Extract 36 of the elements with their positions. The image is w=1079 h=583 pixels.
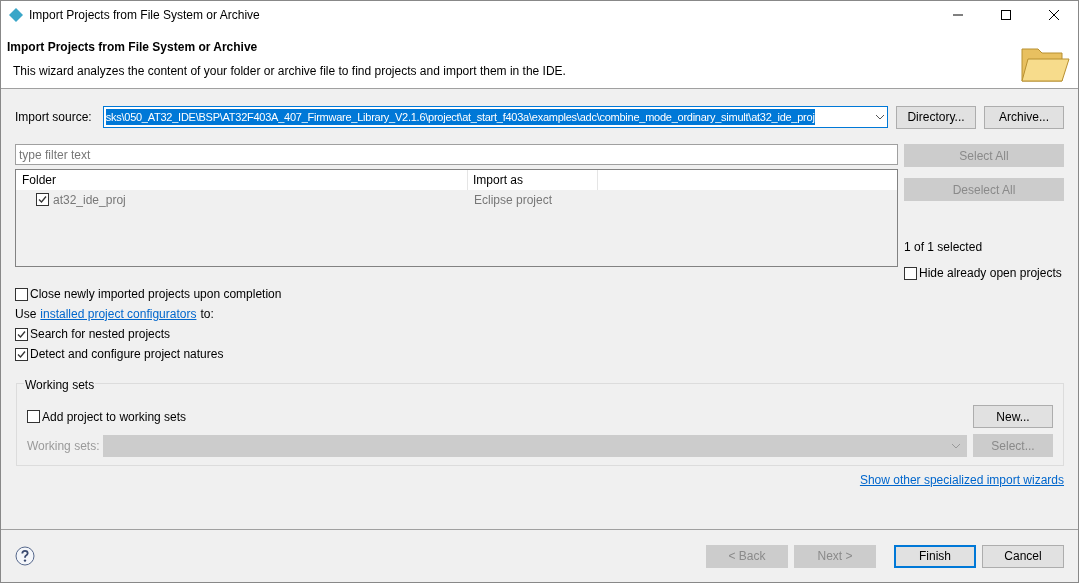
app-icon <box>9 8 23 22</box>
checkbox[interactable] <box>904 266 917 280</box>
configurators-suffix: to: <box>200 306 214 323</box>
window-title: Import Projects from File System or Archive <box>29 7 260 24</box>
dropdown-icon <box>951 442 961 449</box>
checkbox-label: Search for nested projects <box>30 326 171 343</box>
filter-field[interactable]: type filter text <box>15 144 898 165</box>
page-title: Import Projects from File System or Archive <box>7 39 259 56</box>
import-source-combo[interactable]: sks\050_AT32_IDE\BSP\AT32F403A_407_Firmware_Library_V2.1.6\project\at_start_f403a\examples\adc\combine_mode_ordinary_simult\at32_ide_proj <box>102 106 888 128</box>
checkbox-label: Hide already open projects <box>919 265 1062 282</box>
column-header[interactable]: Import as <box>468 170 598 190</box>
import-wizards-link[interactable]: Show other specialized import wizards <box>859 471 1064 489</box>
close-icon[interactable] <box>1049 10 1059 20</box>
checkbox[interactable] <box>15 347 28 361</box>
selection-count: 1 of 1 selected <box>904 239 984 256</box>
checkbox-label: Add project to working sets <box>42 408 187 426</box>
dropdown-icon <box>875 114 885 120</box>
maximize-icon[interactable] <box>1001 10 1011 20</box>
checkbox[interactable] <box>15 327 28 341</box>
folder-name: at32_ide_proj <box>53 191 126 209</box>
import-source-label: Import source: <box>15 109 93 126</box>
wizard-button[interactable]: Cancel <box>982 544 1064 568</box>
help-icon[interactable] <box>15 546 35 566</box>
configurators-prefix: Use <box>15 306 37 323</box>
column-header[interactable]: Folder <box>16 170 468 190</box>
checkbox[interactable] <box>15 287 28 301</box>
working-sets-label: Working sets: <box>27 437 101 455</box>
checkbox-label: Detect and configure project natures <box>30 346 224 363</box>
row-checkbox[interactable] <box>36 193 49 206</box>
wizard-button[interactable]: Finish <box>894 544 976 568</box>
checkbox-label: Close newly imported projects upon completion <box>30 286 282 303</box>
configurators-link[interactable]: installed project configurators <box>40 305 197 323</box>
browse-button[interactable]: Directory... <box>896 105 976 129</box>
page-description: This wizard analyzes the content of your folder or archive file to find projects and import them in the IDE. <box>12 63 566 80</box>
browse-button[interactable]: Archive... <box>984 105 1064 129</box>
import-type: Eclipse project <box>473 191 553 209</box>
